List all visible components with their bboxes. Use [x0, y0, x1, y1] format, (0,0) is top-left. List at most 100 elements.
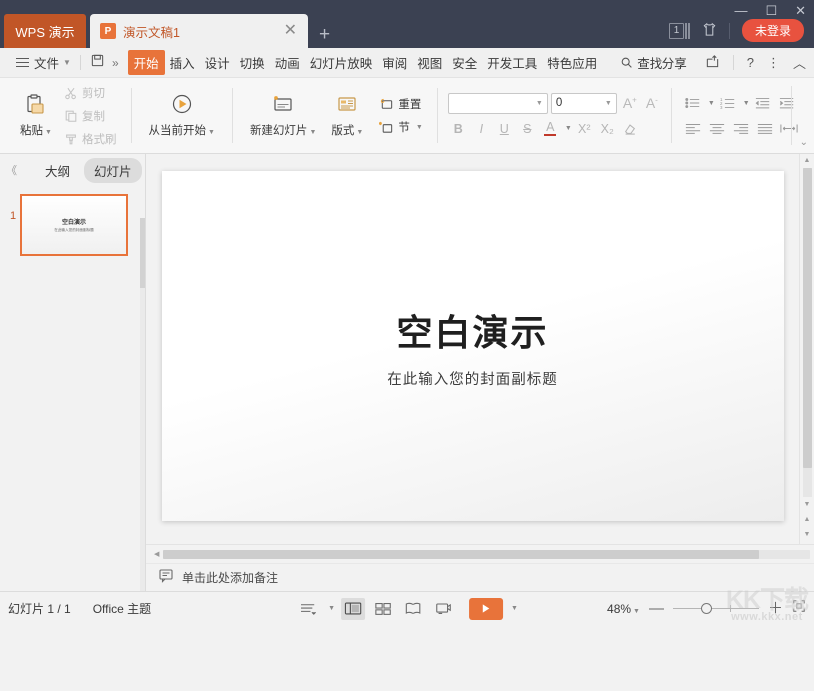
- slide-subtitle-text[interactable]: 在此输入您的封面副标题: [387, 368, 558, 389]
- menu-tab-view[interactable]: 视图: [412, 50, 447, 75]
- document-count-indicator[interactable]: 1: [669, 23, 690, 39]
- distribute-button[interactable]: [778, 118, 800, 138]
- menu-tab-design[interactable]: 设计: [200, 50, 235, 75]
- chevron-down-icon[interactable]: ▼: [605, 100, 616, 107]
- document-tab[interactable]: P 演示文稿1 ✕: [90, 14, 308, 48]
- subscript-button[interactable]: X₂: [597, 119, 618, 139]
- bullet-list-button[interactable]: [682, 93, 704, 113]
- sidebar-tab-slides[interactable]: 幻灯片: [84, 158, 142, 183]
- bold-button[interactable]: B: [448, 119, 469, 139]
- increase-indent-button[interactable]: [776, 93, 798, 113]
- menu-tab-featured-apps[interactable]: 特色应用: [542, 50, 602, 75]
- align-right-button[interactable]: [730, 118, 752, 138]
- font-size-select[interactable]: 0 ▼: [551, 93, 617, 114]
- chevron-down-icon[interactable]: ▼: [511, 605, 518, 612]
- new-slide-button[interactable]: 新建幻灯片▼: [243, 89, 323, 142]
- underline-button[interactable]: U: [494, 119, 515, 139]
- format-painter-button[interactable]: 格式刷: [60, 129, 121, 149]
- scroll-up-icon[interactable]: ▲: [804, 154, 811, 167]
- chevron-down-icon[interactable]: ▼: [565, 125, 572, 132]
- align-left-button[interactable]: [682, 118, 704, 138]
- slide-count-label[interactable]: 幻灯片 1 / 1: [8, 600, 71, 617]
- font-color-button[interactable]: A: [540, 119, 561, 139]
- justify-button[interactable]: [754, 118, 776, 138]
- vertical-scroll-thumb[interactable]: [803, 168, 812, 468]
- cut-button[interactable]: 剪切: [60, 83, 121, 103]
- notes-pane[interactable]: 单击此处添加备注: [146, 563, 814, 591]
- scroll-left-icon[interactable]: ◀: [150, 550, 163, 558]
- align-center-button[interactable]: [706, 118, 728, 138]
- menu-tab-insert[interactable]: 插入: [165, 50, 200, 75]
- strikethrough-button[interactable]: S: [517, 119, 538, 139]
- collapse-ribbon-icon[interactable]: ︿: [793, 53, 806, 72]
- collaborate-icon[interactable]: [705, 54, 720, 72]
- save-icon[interactable]: [90, 53, 105, 73]
- reading-view-button[interactable]: [401, 598, 425, 620]
- superscript-button[interactable]: X²: [574, 119, 595, 139]
- chevron-down-icon[interactable]: ▼: [328, 605, 335, 612]
- slide-title-text[interactable]: 空白演示: [396, 304, 548, 356]
- notes-placeholder[interactable]: 单击此处添加备注: [182, 569, 278, 586]
- hamburger-menu-icon[interactable]: [16, 58, 29, 68]
- menu-file[interactable]: 文件: [34, 53, 59, 72]
- increase-font-size-button[interactable]: A+: [620, 95, 640, 111]
- new-tab-icon[interactable]: +: [319, 25, 330, 44]
- slide-editor[interactable]: 空白演示 在此输入您的封面副标题: [162, 171, 784, 521]
- font-name-select[interactable]: ▼: [448, 93, 548, 114]
- sidebar-scrollbar[interactable]: [140, 218, 145, 591]
- wps-app-badge[interactable]: WPS 演示: [4, 14, 86, 48]
- horizontal-scrollbar[interactable]: ◀: [146, 544, 814, 563]
- section-button[interactable]: 节 ▼: [375, 117, 426, 137]
- more-quick-access-icon[interactable]: »: [112, 56, 119, 70]
- reset-button[interactable]: 重置: [375, 94, 426, 114]
- vertical-scroll-track[interactable]: [803, 168, 812, 497]
- menu-tab-slideshow[interactable]: 幻灯片放映: [305, 50, 378, 75]
- italic-button[interactable]: I: [471, 119, 492, 139]
- presenter-view-button[interactable]: [431, 598, 455, 620]
- start-from-current-button[interactable]: 从当前开始▼: [142, 89, 222, 142]
- menu-tab-transition[interactable]: 切换: [235, 50, 270, 75]
- normal-view-button[interactable]: [341, 598, 365, 620]
- tshirt-icon[interactable]: [702, 22, 717, 40]
- collapse-sidebar-icon[interactable]: 《: [6, 162, 17, 178]
- paste-button[interactable]: 粘贴▼: [12, 89, 60, 142]
- decrease-indent-button[interactable]: [752, 93, 774, 113]
- zoom-in-button[interactable]: ＋: [768, 601, 783, 616]
- minimize-icon[interactable]: —: [734, 4, 747, 17]
- horizontal-scroll-thumb[interactable]: [163, 550, 759, 559]
- clear-formatting-button[interactable]: [620, 119, 641, 139]
- menu-tab-developer[interactable]: 开发工具: [482, 50, 542, 75]
- previous-slide-icon[interactable]: ▲: [804, 513, 811, 526]
- layout-button[interactable]: 版式▼: [323, 89, 371, 142]
- menu-tab-security[interactable]: 安全: [447, 50, 482, 75]
- next-slide-icon[interactable]: ▼: [804, 528, 811, 541]
- chevron-down-icon[interactable]: ▼: [536, 100, 547, 107]
- menu-tab-start[interactable]: 开始: [128, 50, 165, 75]
- sidebar-tab-outline[interactable]: 大纲: [35, 158, 80, 183]
- slide-thumbnail-1[interactable]: 空白演示 在此输入您的封面副标题: [20, 194, 128, 256]
- copy-button[interactable]: 复制: [60, 106, 121, 126]
- view-options-icon[interactable]: [296, 598, 320, 620]
- zoom-slider[interactable]: [673, 602, 759, 616]
- maximize-icon[interactable]: ☐: [765, 4, 777, 17]
- zoom-out-button[interactable]: —: [649, 601, 664, 616]
- chevron-down-icon[interactable]: ▼: [743, 100, 750, 107]
- zoom-slider-knob[interactable]: [701, 603, 712, 614]
- decrease-font-size-button[interactable]: A-: [643, 95, 661, 111]
- horizontal-scroll-track[interactable]: [163, 550, 810, 559]
- close-window-icon[interactable]: ✕: [795, 4, 806, 17]
- chevron-down-icon[interactable]: ▼: [63, 58, 71, 67]
- numbered-list-button[interactable]: 1 2 3: [717, 93, 739, 113]
- share-button[interactable]: 分享: [657, 50, 692, 75]
- help-icon[interactable]: ?: [747, 55, 754, 70]
- zoom-percent-label[interactable]: 48%▼: [607, 602, 640, 616]
- start-slideshow-button[interactable]: [469, 598, 503, 620]
- fit-to-window-icon[interactable]: [792, 599, 806, 618]
- theme-label[interactable]: Office 主题: [93, 600, 151, 617]
- expand-ribbon-options-icon[interactable]: ⌄: [800, 137, 808, 148]
- close-tab-icon[interactable]: ✕: [281, 23, 300, 39]
- menu-tab-review[interactable]: 审阅: [377, 50, 412, 75]
- vertical-scrollbar[interactable]: ▲ ▼ ▲ ▼: [799, 154, 814, 544]
- scroll-down-icon[interactable]: ▼: [804, 498, 811, 511]
- slide-sorter-view-button[interactable]: [371, 598, 395, 620]
